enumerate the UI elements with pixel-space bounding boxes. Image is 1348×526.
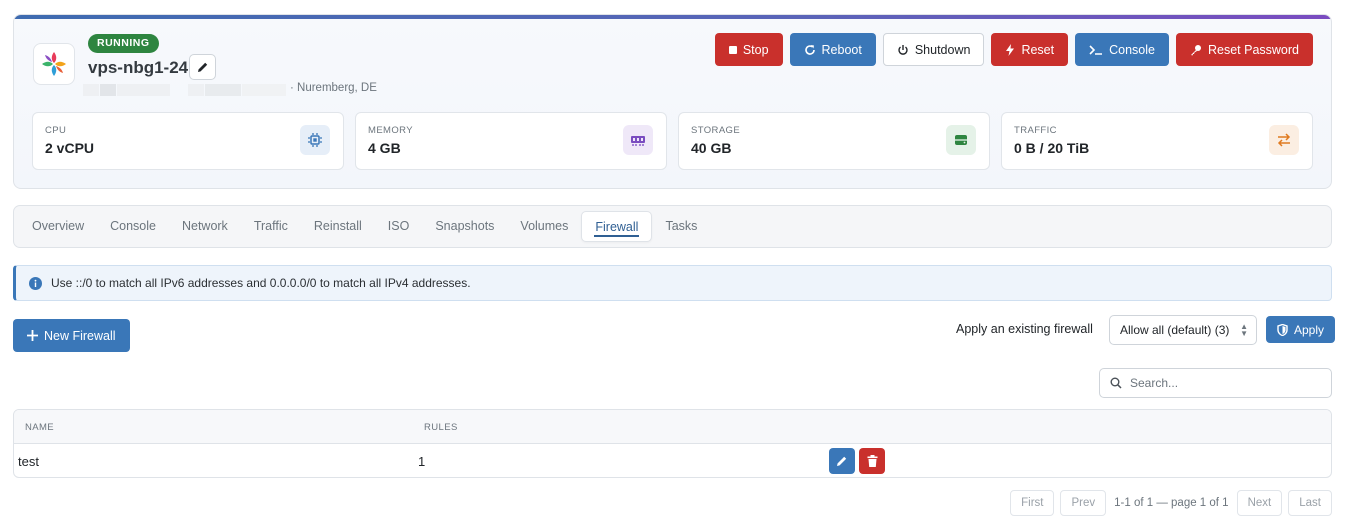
- column-header-rules: RULES: [424, 422, 458, 433]
- apply-firewall-button[interactable]: Apply: [1266, 316, 1336, 343]
- stat-value: 2 vCPU: [45, 140, 95, 156]
- search-box: [1099, 368, 1332, 398]
- cpu-icon: [300, 125, 330, 155]
- server-name: vps-nbg1-24: [88, 58, 189, 77]
- stat-value: 4 GB: [368, 140, 401, 156]
- info-alert: Use ::/0 to match all IPv6 addresses and…: [13, 265, 1332, 301]
- bolt-icon: [1006, 43, 1015, 56]
- new-firewall-label: New Firewall: [44, 328, 116, 343]
- os-logo-icon: [42, 52, 66, 76]
- plus-icon: [27, 330, 38, 341]
- shutdown-label: Shutdown: [914, 42, 971, 57]
- tab-traffic[interactable]: Traffic: [241, 211, 301, 242]
- table-header: NAME RULES: [14, 410, 1331, 444]
- tab-firewall[interactable]: Firewall: [581, 211, 653, 242]
- tab-reinstall[interactable]: Reinstall: [301, 211, 375, 242]
- trash-icon: [867, 455, 877, 467]
- shutdown-button[interactable]: Shutdown: [882, 33, 985, 66]
- tab-console[interactable]: Console: [97, 211, 169, 242]
- tab-network[interactable]: Network: [169, 211, 241, 242]
- table-row: test 1: [14, 444, 1331, 477]
- reset-button[interactable]: Reset: [991, 33, 1069, 66]
- server-actions: Stop Reboot Shutdown Reset Console Reset…: [714, 33, 1313, 66]
- delete-firewall-button[interactable]: [859, 448, 885, 474]
- memory-icon: [623, 125, 653, 155]
- traffic-icon: [1269, 125, 1299, 155]
- firewall-table: NAME RULES test 1: [13, 409, 1332, 478]
- stop-button[interactable]: Stop: [714, 33, 783, 66]
- stat-value: 40 GB: [691, 140, 732, 156]
- pencil-icon: [837, 456, 847, 466]
- stop-label: Stop: [742, 42, 769, 57]
- stat-value: 0 B / 20 TiB: [1014, 140, 1090, 156]
- reset-password-button[interactable]: Reset Password: [1175, 33, 1313, 66]
- tab-iso[interactable]: ISO: [375, 211, 423, 242]
- server-location: · Nuremberg, DE: [290, 82, 377, 94]
- redacted-ip: [242, 84, 286, 96]
- search-input[interactable]: [1130, 376, 1320, 390]
- server-tabs: Overview Console Network Traffic Reinsta…: [13, 205, 1332, 248]
- select-arrows-icon: ▲ ▼: [1240, 322, 1248, 338]
- stat-storage: STORAGE 40 GB: [678, 112, 990, 170]
- info-icon: [29, 276, 42, 290]
- firewall-select-value: Allow all (default) (3): [1120, 323, 1230, 337]
- row-actions: [829, 448, 885, 474]
- reboot-button[interactable]: Reboot: [789, 33, 876, 66]
- column-header-name: NAME: [25, 422, 55, 433]
- stop-icon: [728, 45, 737, 54]
- tab-overview[interactable]: Overview: [19, 211, 97, 242]
- apply-label: Apply: [1294, 322, 1325, 337]
- refresh-icon: [804, 44, 815, 55]
- next-page-button[interactable]: Next: [1236, 490, 1283, 516]
- stat-label: CPU: [45, 125, 67, 136]
- reset-password-label: Reset Password: [1207, 42, 1299, 57]
- search-icon: [1110, 377, 1122, 389]
- pagination: First Prev 1-1 of 1 — page 1 of 1 Next L…: [1010, 490, 1332, 516]
- first-page-button[interactable]: First: [1010, 490, 1055, 516]
- reboot-label: Reboot: [821, 42, 862, 57]
- server-card: RUNNING vps-nbg1-24 · Nuremberg, DE Stop…: [13, 14, 1332, 189]
- os-logo: [33, 43, 75, 85]
- tab-tasks[interactable]: Tasks: [652, 211, 710, 242]
- rename-button[interactable]: [189, 54, 216, 80]
- stat-cpu: CPU 2 vCPU: [32, 112, 344, 170]
- stat-label: TRAFFIC: [1014, 125, 1057, 136]
- resource-stats: CPU 2 vCPU MEMORY 4 GB STORAGE 40 GB TRA…: [32, 112, 1313, 170]
- storage-icon: [946, 125, 976, 155]
- tab-volumes[interactable]: Volumes: [507, 211, 581, 242]
- shield-icon: [1277, 323, 1288, 336]
- power-icon: [898, 44, 908, 55]
- terminal-icon: [1089, 44, 1103, 55]
- apply-firewall-label: Apply an existing firewall: [956, 322, 1093, 336]
- accent-bar: [14, 15, 1331, 19]
- page-info: 1-1 of 1 — page 1 of 1: [1114, 497, 1229, 509]
- redacted-ip: [83, 84, 99, 96]
- stat-label: STORAGE: [691, 125, 741, 136]
- pencil-icon: [197, 62, 207, 72]
- firewall-name: test: [18, 454, 39, 469]
- redacted-ip: [117, 84, 170, 96]
- edit-firewall-button[interactable]: [829, 448, 855, 474]
- console-button[interactable]: Console: [1075, 33, 1169, 66]
- status-badge: RUNNING: [88, 34, 159, 53]
- redacted-ip: [205, 84, 241, 96]
- key-icon: [1190, 44, 1201, 55]
- tab-snapshots[interactable]: Snapshots: [422, 211, 507, 242]
- firewall-rules-count: 1: [418, 454, 426, 469]
- reset-label: Reset: [1021, 42, 1055, 57]
- stat-label: MEMORY: [368, 125, 413, 136]
- redacted-ip: [100, 84, 116, 96]
- prev-page-button[interactable]: Prev: [1060, 490, 1107, 516]
- redacted-ip: [188, 84, 204, 96]
- stat-traffic: TRAFFIC 0 B / 20 TiB: [1001, 112, 1313, 170]
- firewall-select[interactable]: Allow all (default) (3) ▲ ▼: [1109, 315, 1257, 345]
- stat-memory: MEMORY 4 GB: [355, 112, 667, 170]
- last-page-button[interactable]: Last: [1288, 490, 1332, 516]
- alert-text: Use ::/0 to match all IPv6 addresses and…: [51, 276, 471, 290]
- console-label: Console: [1109, 42, 1155, 57]
- new-firewall-button[interactable]: New Firewall: [13, 319, 130, 352]
